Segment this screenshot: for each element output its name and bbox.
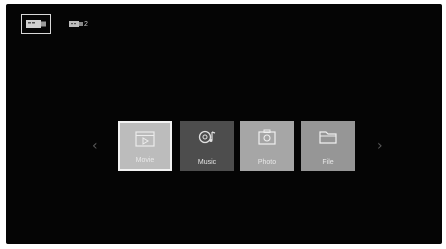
folder-icon	[301, 129, 355, 145]
music-icon	[180, 129, 234, 145]
tile-movie[interactable]: Movie	[118, 121, 172, 171]
tile-file[interactable]: File	[301, 121, 355, 171]
usb-source-number: 2	[84, 20, 88, 28]
photo-icon	[240, 129, 294, 145]
tile-label: Photo	[257, 159, 277, 166]
tile-music[interactable]: Music	[180, 121, 234, 171]
usb-drive-icon	[68, 19, 84, 29]
movie-icon	[120, 131, 170, 147]
tile-photo[interactable]: Photo	[240, 121, 294, 171]
scroll-right-arrow[interactable]: ›	[377, 139, 383, 153]
tile-label: Movie	[135, 157, 155, 164]
screenshot: 2 ‹ Movie Music Photo File ›	[0, 0, 446, 249]
usb-drive-icon	[22, 15, 50, 33]
tile-label: Music	[197, 159, 217, 166]
usb-source-1[interactable]	[21, 14, 51, 34]
tv-screen: 2 ‹ Movie Music Photo File ›	[6, 4, 442, 244]
usb-source-2[interactable]: 2	[68, 17, 88, 31]
scroll-left-arrow[interactable]: ‹	[92, 139, 98, 153]
tile-label: File	[322, 159, 334, 166]
